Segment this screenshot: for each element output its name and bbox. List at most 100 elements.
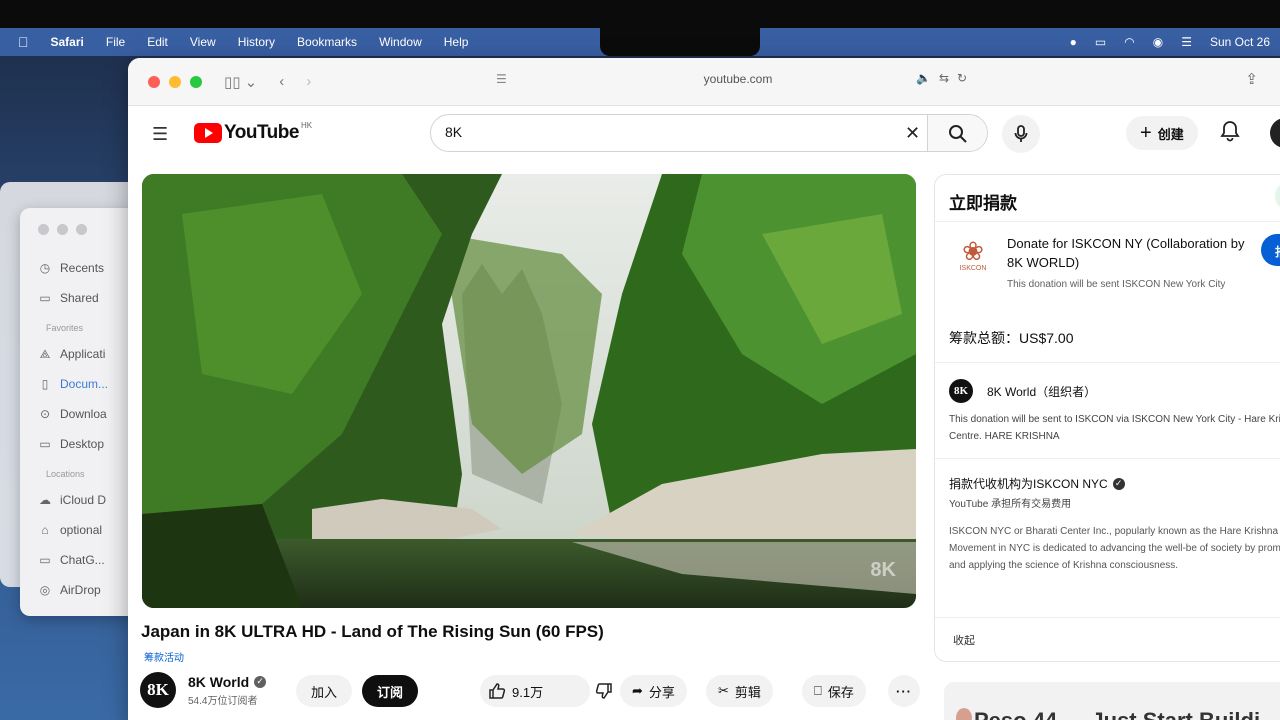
region-code: HK (300, 120, 313, 130)
verified-icon: ✓ (254, 675, 267, 688)
video-frame (142, 174, 916, 608)
save-button[interactable]: ⎕ 保存 (802, 675, 866, 707)
organizer-name: 8K World（组织者） (987, 385, 1097, 399)
channel-name[interactable]: 8K World (188, 674, 249, 690)
back-icon[interactable]: ‹ (279, 73, 284, 90)
menu-clock[interactable]: Sun Oct 26 (1210, 35, 1270, 49)
share-button[interactable]: ➦ 分享 (620, 675, 687, 707)
finder-section-locations: Locations (46, 469, 85, 479)
menu-bookmarks[interactable]: Bookmarks (297, 35, 357, 49)
status-dot-icon[interactable]: ● (1070, 35, 1077, 49)
subscriber-count: 54.4万位订阅者 (188, 695, 258, 707)
control-center-icon[interactable]: ☰ (1181, 35, 1192, 49)
menu-history[interactable]: History (238, 35, 275, 49)
battery-icon[interactable]: ▭ (1095, 35, 1106, 49)
video-watermark: 8K (870, 559, 896, 581)
youtube-logo[interactable]: YouTube HK (194, 120, 313, 144)
finder-item-icloud[interactable]: ☁ iCloud D (38, 485, 140, 515)
address-bar[interactable]: youtube.com (498, 72, 978, 92)
close-window-button[interactable] (148, 75, 160, 88)
like-button[interactable]: 9.1万 (488, 682, 543, 701)
search-box: ✕ (430, 114, 988, 152)
voice-search-button[interactable] (1002, 115, 1040, 153)
apple-icon[interactable]:  (18, 34, 29, 50)
channel-name-row: 8K World ✓ (188, 674, 267, 690)
menu-file[interactable]: File (106, 35, 125, 49)
microphone-icon (1014, 125, 1028, 142)
user-icon[interactable]: ◉ (1153, 35, 1163, 49)
fundraiser-tag[interactable]: 筹款活动 (144, 649, 184, 664)
finder-item-desktop[interactable]: ▭ Desktop (38, 429, 140, 459)
share-arrow-icon: ➦ (632, 683, 643, 698)
wifi-icon[interactable]: ◠ (1124, 35, 1134, 49)
clip-label: 剪辑 (734, 684, 761, 700)
translate-icon[interactable]: ⇆ (939, 71, 949, 85)
finder-item-shared[interactable]: ▭ Shared (38, 283, 140, 313)
organizer-avatar: 8K (949, 379, 973, 403)
channel-avatar[interactable]: 8K (140, 672, 176, 708)
finder-item-optional[interactable]: ⌂ optional (38, 515, 140, 545)
clip-button[interactable]: ✂ 剪辑 (706, 675, 773, 707)
search-button[interactable] (927, 115, 987, 151)
menu-edit[interactable]: Edit (147, 35, 168, 49)
finder-item-documents[interactable]: ▯ Docum... (38, 369, 140, 399)
organizer-text: This donation will be sent to ISKCON via… (949, 414, 1280, 442)
notifications-button[interactable] (1220, 120, 1240, 147)
donation-campaign: ❀ ISKCON Donate for ISKCON NY (Collabora… (935, 221, 1280, 363)
search-icon (948, 125, 967, 143)
menu-icon[interactable]: ☰ (152, 124, 168, 145)
dislike-button[interactable] (590, 675, 618, 707)
collecting-agent-text: 捐款代收机构为ISKCON NYC (949, 477, 1108, 491)
collapse-row: 收起 (935, 617, 1280, 661)
recommended-video-card[interactable]: Peso 44 — Just Start Buildi (944, 682, 1280, 720)
more-actions-button[interactable]: ··· (888, 675, 920, 707)
forward-icon[interactable]: › (306, 73, 311, 90)
minimize-window-button[interactable] (169, 75, 181, 88)
create-button[interactable]: + 创建 (1126, 116, 1198, 150)
finder-item-applications[interactable]: ⟁ Applicati (38, 339, 140, 369)
menu-help[interactable]: Help (444, 35, 469, 49)
finder-item-recents[interactable]: ◷ Recents (38, 253, 140, 283)
download-icon: ⊙ (39, 407, 51, 421)
safari-toolbar: ▯▯ ⌄ ‹ › ☰ youtube.com 🔈 ⇆ ↻ ⇪ (128, 58, 1280, 106)
youtube-logo-text: YouTube (224, 122, 299, 143)
bell-icon (1220, 121, 1240, 142)
menu-window[interactable]: Window (379, 35, 422, 49)
collapse-button[interactable]: 收起 (953, 632, 975, 648)
join-button[interactable]: 加入 (296, 675, 352, 707)
donation-title: Donate for ISKCON NY (Collaboration by 8… (1007, 236, 1245, 270)
reload-icon[interactable]: ↻ (957, 71, 967, 85)
finder-section-favorites: Favorites (46, 323, 84, 333)
scissors-icon: ✂ (718, 683, 729, 698)
account-avatar[interactable] (1270, 118, 1280, 148)
window-controls (148, 75, 202, 88)
desktop-icon: ▭ (39, 437, 51, 451)
organizer-section: 8K 8K World（组织者） This donation will be s… (935, 363, 1280, 459)
fee-note: YouTube 承担所有交易费用 (949, 499, 1072, 510)
video-player[interactable]: 8K (142, 174, 916, 608)
bookmark-icon: ⎕ (814, 683, 822, 698)
thumbs-up-icon (489, 683, 506, 699)
audio-playing-icon[interactable]: 🔈 (916, 71, 931, 85)
search-input[interactable] (445, 124, 885, 140)
drive-icon: ▭ (39, 553, 51, 567)
lotus-icon: ❀ (962, 236, 984, 266)
applications-icon: ⟁ (39, 346, 51, 361)
finder-item-chatg[interactable]: ▭ ChatG... (38, 545, 140, 575)
finder-item-downloads[interactable]: ⊙ Downloa (38, 399, 140, 429)
clear-search-icon[interactable]: ✕ (905, 123, 920, 144)
save-label: 保存 (827, 684, 854, 700)
share-icon[interactable]: ⇪ (1245, 70, 1258, 88)
heart-icon[interactable]: ♥ (1275, 181, 1280, 211)
zoom-window-button[interactable] (190, 75, 202, 88)
safari-window: ▯▯ ⌄ ‹ › ☰ youtube.com 🔈 ⇆ ↻ ⇪ ☰ YouTube… (128, 58, 1280, 720)
menu-view[interactable]: View (190, 35, 216, 49)
finder-item-airdrop[interactable]: ◎ AirDrop (38, 575, 140, 605)
youtube-header: ☰ YouTube HK ✕ + 创建 (128, 106, 1280, 162)
sidebar-toggle-icon[interactable]: ▯▯ ⌄ (224, 73, 257, 91)
donate-button[interactable]: 捐款 (1261, 234, 1280, 266)
menu-app-name[interactable]: Safari (51, 35, 84, 49)
camera-notch (600, 28, 760, 56)
iskcon-logo-text: ISKCON (959, 265, 987, 272)
subscribe-button[interactable]: 订阅 (362, 675, 418, 707)
